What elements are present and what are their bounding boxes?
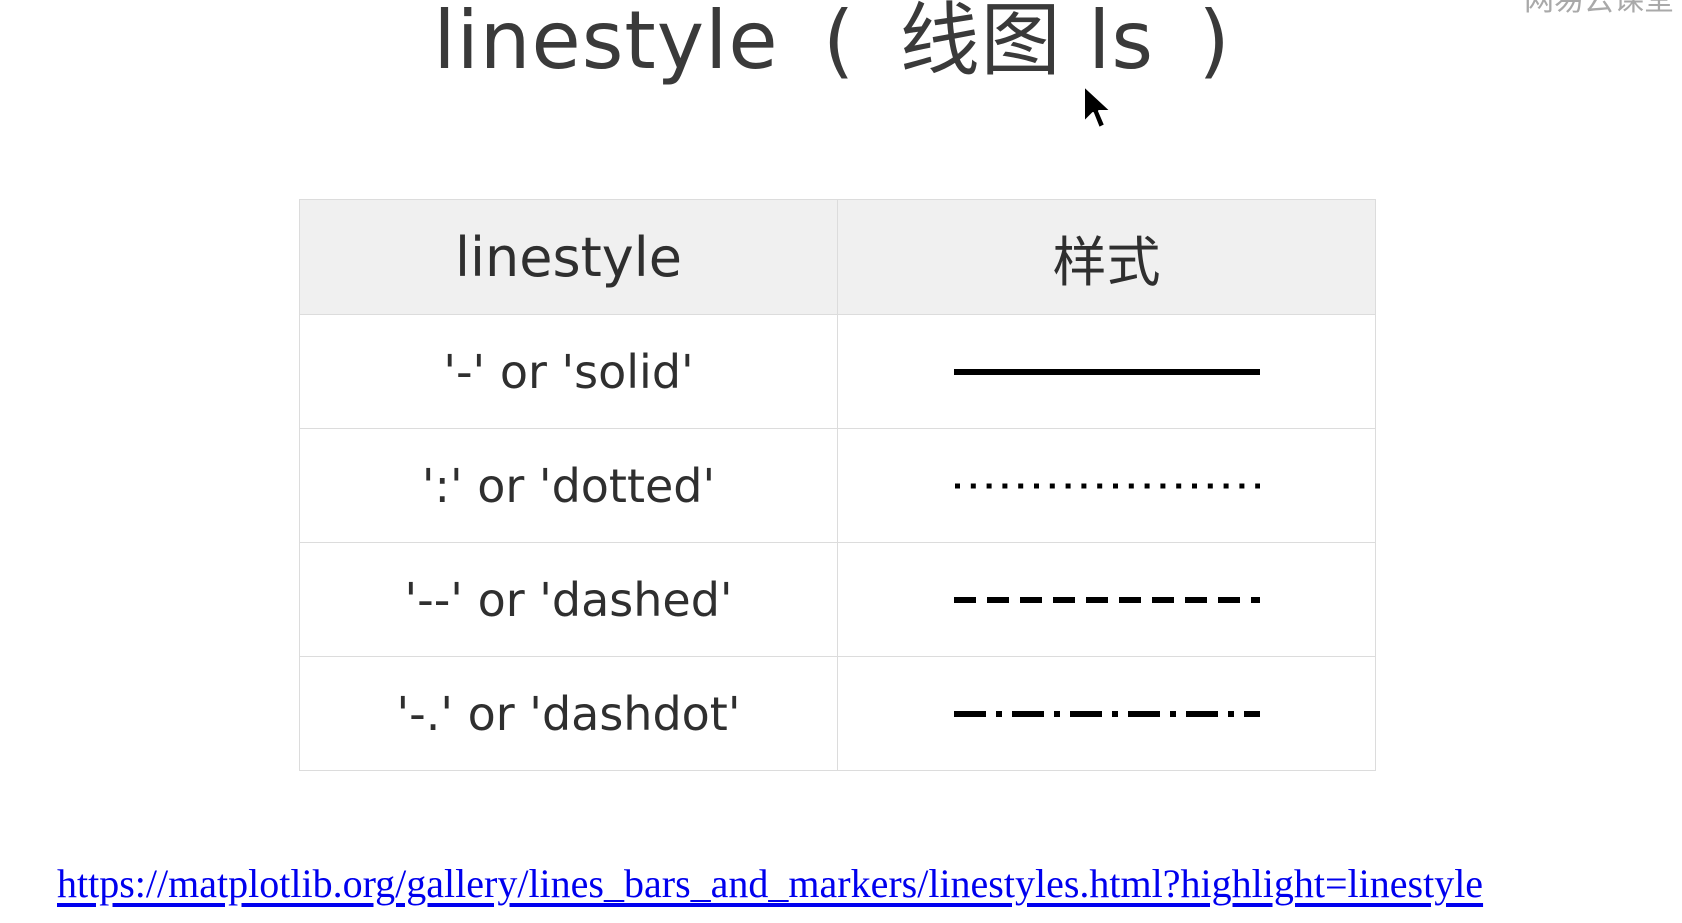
title-chinese: 线图 <box>899 0 1062 87</box>
dashdot-line-sample <box>953 710 1260 717</box>
linestyle-code: ':' or 'dotted' <box>299 428 838 543</box>
watermark-logo: 网易云课堂 <box>1524 0 1674 18</box>
table-row: '-.' or 'dashdot' <box>299 656 1376 771</box>
title-open-paren: ( <box>823 0 856 87</box>
mouse-pointer-icon <box>1083 85 1112 129</box>
table-header-row: linestyle 样式 <box>299 199 1376 315</box>
linestyle-table-container: linestyle 样式 '-' or 'solid' ':' or 'dott… <box>299 199 1376 773</box>
header-linestyle: linestyle <box>299 199 838 315</box>
linestyle-code: '-.' or 'dashdot' <box>299 656 838 771</box>
table-row: '-' or 'solid' <box>299 314 1376 429</box>
style-sample-dotted <box>837 428 1376 543</box>
linestyle-code: '-' or 'solid' <box>299 314 838 429</box>
dashed-line-sample <box>953 596 1260 603</box>
style-sample-dashed <box>837 542 1376 657</box>
matplotlib-docs-link[interactable]: https://matplotlib.org/gallery/lines_bar… <box>57 860 1483 908</box>
title-close-paren: ) <box>1198 0 1231 87</box>
dotted-line-sample <box>954 483 1260 488</box>
title-abbr: ls <box>1088 0 1154 87</box>
solid-line-sample <box>953 368 1260 375</box>
style-sample-solid <box>837 314 1376 429</box>
table-row: ':' or 'dotted' <box>299 428 1376 543</box>
linestyle-table: linestyle 样式 '-' or 'solid' ':' or 'dott… <box>299 199 1376 771</box>
linestyle-code: '--' or 'dashed' <box>299 542 838 657</box>
table-row: '--' or 'dashed' <box>299 542 1376 657</box>
slide-title: linestyle ( 线图 ls ) <box>0 0 1682 96</box>
title-main: linestyle <box>433 0 779 87</box>
style-sample-dashdot <box>837 656 1376 771</box>
header-style: 样式 <box>837 199 1376 315</box>
